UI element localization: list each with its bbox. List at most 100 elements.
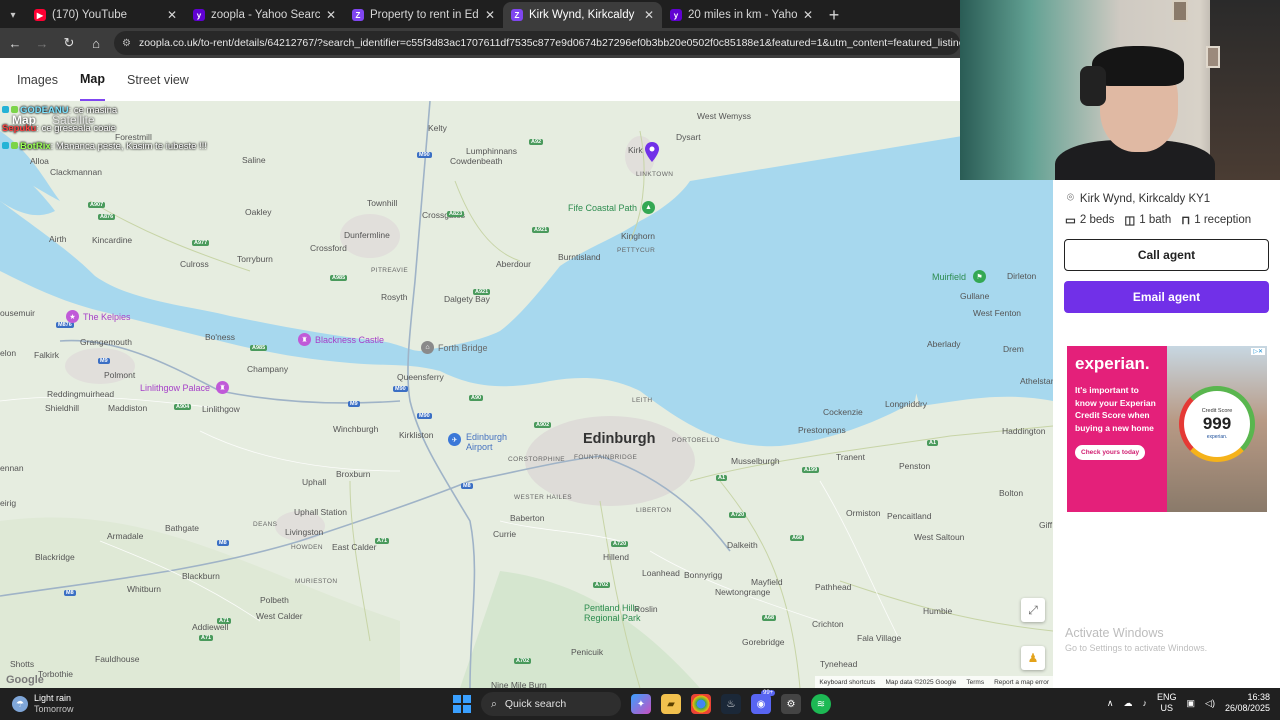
copilot-icon[interactable]: ✦ (631, 694, 651, 714)
cloud-icon[interactable]: ☁ (1124, 698, 1133, 709)
tab-street-view[interactable]: Street view (127, 58, 189, 101)
clock[interactable]: 16:38 26/08/2025 (1225, 692, 1270, 714)
close-tab-icon[interactable]: ✕ (803, 8, 813, 22)
fullscreen-icon[interactable]: ⤢ (1021, 598, 1045, 622)
tab-yahoo-zoopla[interactable]: y zoopla - Yahoo Search Results ✕ (185, 2, 344, 28)
weather-subtitle: Tomorrow (34, 704, 74, 714)
microphone-icon[interactable]: ♪ (1143, 698, 1148, 708)
url-input[interactable]: ⚙ zoopla.co.uk/to-rent/details/64212767/… (114, 31, 960, 55)
map-label: PORTOBELLO (672, 437, 720, 444)
steam-icon[interactable]: ♨ (721, 694, 741, 714)
bridge-pin-icon[interactable]: ⌂ (421, 341, 434, 354)
tab-kirk-wynd[interactable]: Z Kirk Wynd, Kirkcaldy KY1, 2 bed ✕ (503, 2, 662, 28)
close-tab-icon[interactable]: ✕ (167, 8, 177, 22)
map-label: Kinghorn (621, 231, 656, 241)
chrome-icon[interactable] (691, 694, 711, 714)
experian-ad[interactable]: experian. It's important to know your Ex… (1067, 346, 1267, 512)
ad-cta-button[interactable]: Check yours today (1075, 445, 1146, 460)
google-map[interactable]: Kelty West Wemyss Dysart Lumphinnans Cow… (0, 101, 1053, 688)
call-agent-button[interactable]: Call agent (1064, 239, 1269, 271)
map-label: Pencaitland (887, 511, 932, 521)
discord-icon[interactable]: ◉ (751, 694, 771, 714)
rain-cloud-icon: ☂ (12, 696, 28, 712)
email-agent-button[interactable]: Email agent (1064, 281, 1269, 313)
map-label: Grangemouth (80, 337, 132, 347)
castle-pin-icon[interactable]: ♜ (298, 333, 311, 346)
reload-icon[interactable]: ↻ (57, 31, 81, 55)
spotify-icon[interactable]: ≋ (811, 694, 831, 714)
ad-text-panel: experian. It's important to know your Ex… (1067, 346, 1167, 512)
map-label: Bathgate (165, 523, 200, 533)
browser-tab-strip: ▾ ▶ (170) YouTube ✕ y zoopla - Yahoo Sea… (0, 0, 960, 28)
credit-score-gauge: Credit Score 999 experian. (1179, 386, 1255, 462)
back-icon[interactable]: ← (3, 31, 27, 55)
home-icon[interactable]: ⌂ (84, 31, 108, 55)
map-label: Mayfield (751, 577, 783, 587)
report-error-link[interactable]: Report a map error (994, 679, 1049, 686)
tab-map[interactable]: Map (80, 58, 105, 101)
map-label: Drem (1003, 344, 1024, 354)
file-explorer-icon[interactable]: ▰ (661, 694, 681, 714)
keyboard-shortcuts-link[interactable]: Keyboard shortcuts (819, 679, 875, 686)
zoopla-icon: Z (352, 9, 364, 21)
map-label: MURIESTON (295, 578, 338, 585)
map-label: Nine Mile Burn (491, 680, 547, 688)
adchoices-icon[interactable]: ▷✕ (1251, 348, 1265, 355)
beds-text: 2 beds (1079, 214, 1115, 226)
speaker-icon[interactable]: ◁) (1205, 698, 1215, 709)
road-shield: A921 (473, 289, 491, 295)
chat-username: Sepuku (2, 123, 37, 134)
settings-gear-icon[interactable]: ⚙ (781, 694, 801, 714)
tab-title: 20 miles in km - Yahoo Search R (688, 9, 797, 21)
tab-images[interactable]: Images (17, 58, 58, 101)
tab-search-icon[interactable]: ▾ (0, 2, 26, 28)
bath-icon: ◫ (1124, 215, 1136, 227)
road-shield: A68 (790, 535, 805, 541)
map-label: Townhill (367, 198, 398, 208)
tab-property-edinburgh[interactable]: Z Property to rent in Edinburgh - ✕ (344, 2, 503, 28)
road-shield: A71 (199, 635, 214, 641)
road-shield: M90 (417, 152, 432, 158)
map-label: Pathhead (815, 582, 852, 592)
property-location-pin-icon[interactable] (645, 142, 659, 162)
trail-pin-icon[interactable]: ▲ (642, 201, 655, 214)
attraction-pin-icon[interactable]: ★ (66, 310, 79, 323)
yahoo-icon: y (193, 9, 205, 21)
map-label: Rosyth (381, 292, 408, 302)
terms-link[interactable]: Terms (966, 679, 984, 686)
new-tab-icon[interactable]: + (821, 2, 847, 28)
map-label: LINKTOWN (636, 171, 674, 178)
webcam-overlay (960, 0, 1280, 180)
language-indicator[interactable]: ENG US (1157, 692, 1177, 714)
pegman-icon[interactable]: ♟ (1021, 646, 1045, 670)
map-label: elon (0, 348, 17, 358)
location-pin-icon: ⌾ (1067, 192, 1074, 204)
map-label: Newtongrange (715, 587, 771, 597)
taskbar-search[interactable]: ⌕ Quick search (481, 692, 621, 716)
windows-start-icon[interactable] (453, 695, 471, 713)
map-label: Maddiston (108, 403, 148, 413)
site-info-icon[interactable]: ⚙ (122, 38, 131, 49)
map-label: Shieldhill (45, 403, 80, 413)
chevron-up-icon[interactable]: ∧ (1107, 698, 1114, 709)
monitor-icon[interactable]: ▣ (1187, 698, 1196, 709)
road-shield: A92 (529, 139, 544, 145)
tab-title: zoopla - Yahoo Search Results (211, 9, 320, 21)
map-label: Humbie (923, 606, 953, 616)
forward-icon[interactable]: → (30, 31, 54, 55)
map-label: Oakley (245, 207, 272, 217)
tab-miles-km[interactable]: y 20 miles in km - Yahoo Search R ✕ (662, 2, 821, 28)
golf-pin-icon[interactable]: ⚑ (973, 270, 986, 283)
map-label: ousemuir (0, 308, 35, 318)
palace-pin-icon[interactable]: ♜ (216, 381, 229, 394)
tab-youtube[interactable]: ▶ (170) YouTube ✕ (26, 2, 185, 28)
chat-text: : ce masina (68, 105, 118, 116)
map-label: Uphall (302, 477, 327, 487)
weather-widget[interactable]: ☂ Light rain Tomorrow (12, 693, 74, 715)
close-tab-icon[interactable]: ✕ (644, 8, 654, 22)
ad-image-panel: ▷✕ Credit Score 999 experian. (1167, 346, 1267, 512)
close-tab-icon[interactable]: ✕ (326, 8, 336, 22)
close-tab-icon[interactable]: ✕ (485, 8, 495, 22)
map-label: Aberdour (496, 259, 531, 269)
airport-pin-icon[interactable]: ✈ (448, 433, 461, 446)
